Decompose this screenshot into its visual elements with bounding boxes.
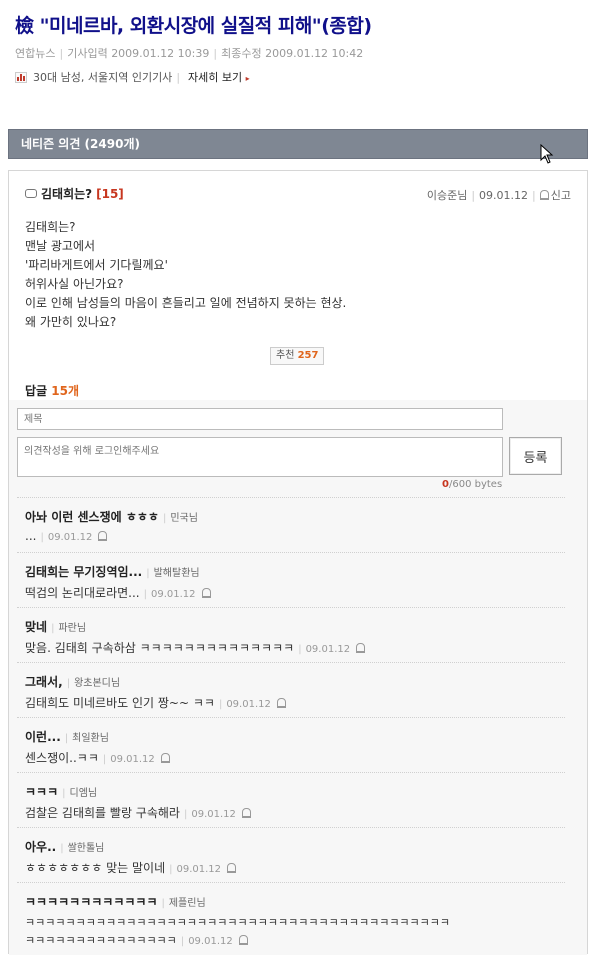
submit-button[interactable]: 등록	[509, 437, 562, 475]
reply-date: 09.01.12	[219, 699, 271, 710]
reply-author[interactable]: 파란님	[51, 623, 86, 634]
input-label: 기사입력	[67, 47, 108, 60]
input-date: 2009.01.12 10:39	[111, 47, 210, 60]
reply-title[interactable]: 그래서,	[25, 675, 63, 689]
reply-date: 09.01.12	[184, 809, 236, 820]
article-meta: 연합뉴스 | 기사입력 2009.01.12 10:39 | 최종수정 2009.01.…	[15, 47, 364, 60]
report-icon[interactable]	[201, 588, 211, 598]
more-link[interactable]: 자세히 보기 ▸	[188, 69, 250, 85]
reply-list: 아놔 이런 센스쟁에 ㅎㅎㅎ민국님 ...09.01.12 김태희는 무기징역임…	[17, 497, 565, 955]
speech-bubble-icon	[25, 189, 37, 198]
reply-area: 등록 0/600 bytes 아놔 이런 센스쟁에 ㅎㅎㅎ민국님 ...09.0…	[9, 400, 587, 955]
list-item: 그래서, 왕초본디님 김태희도 미네르바도 인기 짱~~ ㅋㅋ 09.01.12	[17, 662, 565, 717]
reply-author[interactable]: 쌀한톨님	[60, 843, 104, 854]
list-item: 아놔 이런 센스쟁에 ㅎㅎㅎ 민국님 ...09.01.12	[17, 497, 565, 552]
reply-date: 09.01.12	[181, 936, 233, 947]
report-button[interactable]: 신고	[539, 189, 571, 202]
reply-title[interactable]: ㅋㅋㅋ	[25, 785, 58, 799]
byte-counter: 0/600 bytes	[442, 479, 503, 490]
list-item: 맞네 파란님 맞음. 김태희 구속하삼 ㅋㅋㅋㅋㅋㅋㅋㅋㅋㅋㅋㅋㅋㅋ09.01.1…	[17, 607, 565, 662]
report-icon[interactable]	[276, 698, 286, 708]
reply-heading: 답글 15개	[25, 384, 80, 398]
reply-text: 맞음. 김태희 구속하삼 ㅋㅋㅋㅋㅋㅋㅋㅋㅋㅋㅋㅋㅋㅋ	[25, 641, 295, 655]
reply-author[interactable]: 디엠님	[62, 788, 97, 799]
reply-text: 검찰은 김태희를 빨랑 구속해라	[25, 806, 180, 820]
post-author[interactable]: 이승준님	[427, 189, 467, 202]
recommend-button[interactable]: 추천 257	[270, 347, 325, 365]
reply-title[interactable]: 김태희는 무기징역임...	[25, 565, 142, 579]
arrow-right-icon: ▸	[245, 74, 250, 83]
list-item: 아우.. 쌀한톨님 ㅎㅎㅎㅎㅎㅎㅎ 맞는 말이네09.01.12	[17, 827, 565, 882]
reply-date: 09.01.12	[298, 644, 350, 655]
reply-text: 김태희도 미네르바도 인기 짱~~ ㅋㅋ	[25, 696, 215, 710]
report-icon[interactable]	[98, 531, 108, 541]
article-source: 연합뉴스	[15, 47, 56, 60]
reply-author[interactable]: 최일환님	[65, 733, 109, 744]
reply-date: 09.01.12	[40, 532, 92, 543]
article-title: 檢 "미네르바, 외환시장에 실질적 피해"(종합)	[15, 15, 372, 37]
reply-author[interactable]: 발해탈환님	[146, 568, 199, 579]
report-icon	[539, 190, 549, 200]
bar-chart-icon	[15, 71, 27, 83]
popular-articles: 30대 남성, 서울지역 인기기사 | 자세히 보기 ▸	[15, 69, 250, 85]
popular-text: 30대 남성, 서울지역 인기기사	[33, 71, 173, 84]
reply-text: 센스쟁이..ㅋㅋ	[25, 751, 99, 765]
reply-text: 떡검의 논리대로라면...	[25, 586, 140, 600]
comments-header: 네티즌 의견 (2490개)	[8, 129, 588, 159]
edit-date: 2009.01.12 10:42	[265, 47, 364, 60]
reply-date: 09.01.12	[169, 864, 221, 875]
reply-text: ...	[25, 529, 37, 543]
report-icon[interactable]	[160, 753, 170, 763]
edit-label: 최종수정	[221, 47, 262, 60]
reply-title[interactable]: 아놔 이런 센스쟁에 ㅎㅎㅎ	[25, 510, 159, 524]
post-body: 김태희는? 맨날 광고에서 '파리바게트에서 기다릴께요' 허위사실 아닌가요?…	[25, 220, 347, 329]
reply-text: ㅋㅋㅋㅋㅋㅋㅋㅋㅋㅋㅋㅋㅋㅋㅋㅋㅋㅋㅋㅋㅋㅋㅋㅋㅋㅋㅋㅋㅋㅋㅋㅋㅋㅋㅋㅋㅋㅋㅋㅋ…	[25, 916, 451, 929]
reply-author[interactable]: 제플린님	[161, 898, 205, 909]
reply-title[interactable]: ㅋㅋㅋㅋㅋㅋㅋㅋㅋㅋㅋㅋ	[25, 895, 157, 909]
reply-title[interactable]: 이런...	[25, 730, 61, 744]
post-title[interactable]: 김태희는? [15]	[25, 185, 124, 202]
reply-body-input[interactable]	[17, 437, 503, 477]
recommend-count: 257	[297, 350, 319, 361]
reply-text: ㅎㅎㅎㅎㅎㅎㅎ 맞는 말이네	[25, 861, 166, 875]
list-item: 이런... 최일환님 센스쟁이..ㅋㅋ 09.01.12	[17, 717, 565, 772]
report-icon[interactable]	[227, 863, 237, 873]
reply-title[interactable]: 맞네	[25, 620, 47, 634]
list-item: 김태희는 무기징역임... 발해탈환님 떡검의 논리대로라면... 09.01.12	[17, 552, 565, 607]
post-date: 09.01.12	[479, 189, 529, 202]
reply-date: 09.01.12	[144, 589, 196, 600]
list-item: ㅋㅋㅋ 디엠님 검찰은 김태희를 빨랑 구속해라 09.01.12	[17, 772, 565, 827]
report-icon[interactable]	[238, 935, 248, 945]
reply-count: 15개	[51, 384, 80, 398]
list-item: ㅋㅋㅋㅋㅋㅋㅋㅋㅋㅋㅋㅋ제플린님 ㅋㅋㅋㅋㅋㅋㅋㅋㅋㅋㅋㅋㅋㅋㅋㅋㅋㅋㅋㅋㅋㅋㅋ…	[17, 882, 565, 955]
reply-author[interactable]: 민국님	[163, 513, 198, 524]
report-icon[interactable]	[241, 808, 251, 818]
reply-title[interactable]: 아우..	[25, 840, 56, 854]
reply-author[interactable]: 왕초본디님	[67, 678, 120, 689]
report-icon[interactable]	[356, 643, 366, 653]
post-meta: 이승준님 | 09.01.12 | 신고	[426, 189, 571, 202]
reply-date: 09.01.12	[103, 754, 155, 765]
comments-panel: 김태희는? [15] 이승준님 | 09.01.12 | 신고 김태희는? 맨날 광고에…	[8, 170, 588, 955]
reply-text-cont: ㅋㅋㅋㅋㅋㅋㅋㅋㅋㅋㅋㅋㅋㅋㅋ	[25, 934, 177, 947]
post-title-text: 김태희는?	[41, 187, 93, 201]
post-reply-count: [15]	[96, 186, 124, 201]
reply-title-input[interactable]	[17, 408, 503, 430]
